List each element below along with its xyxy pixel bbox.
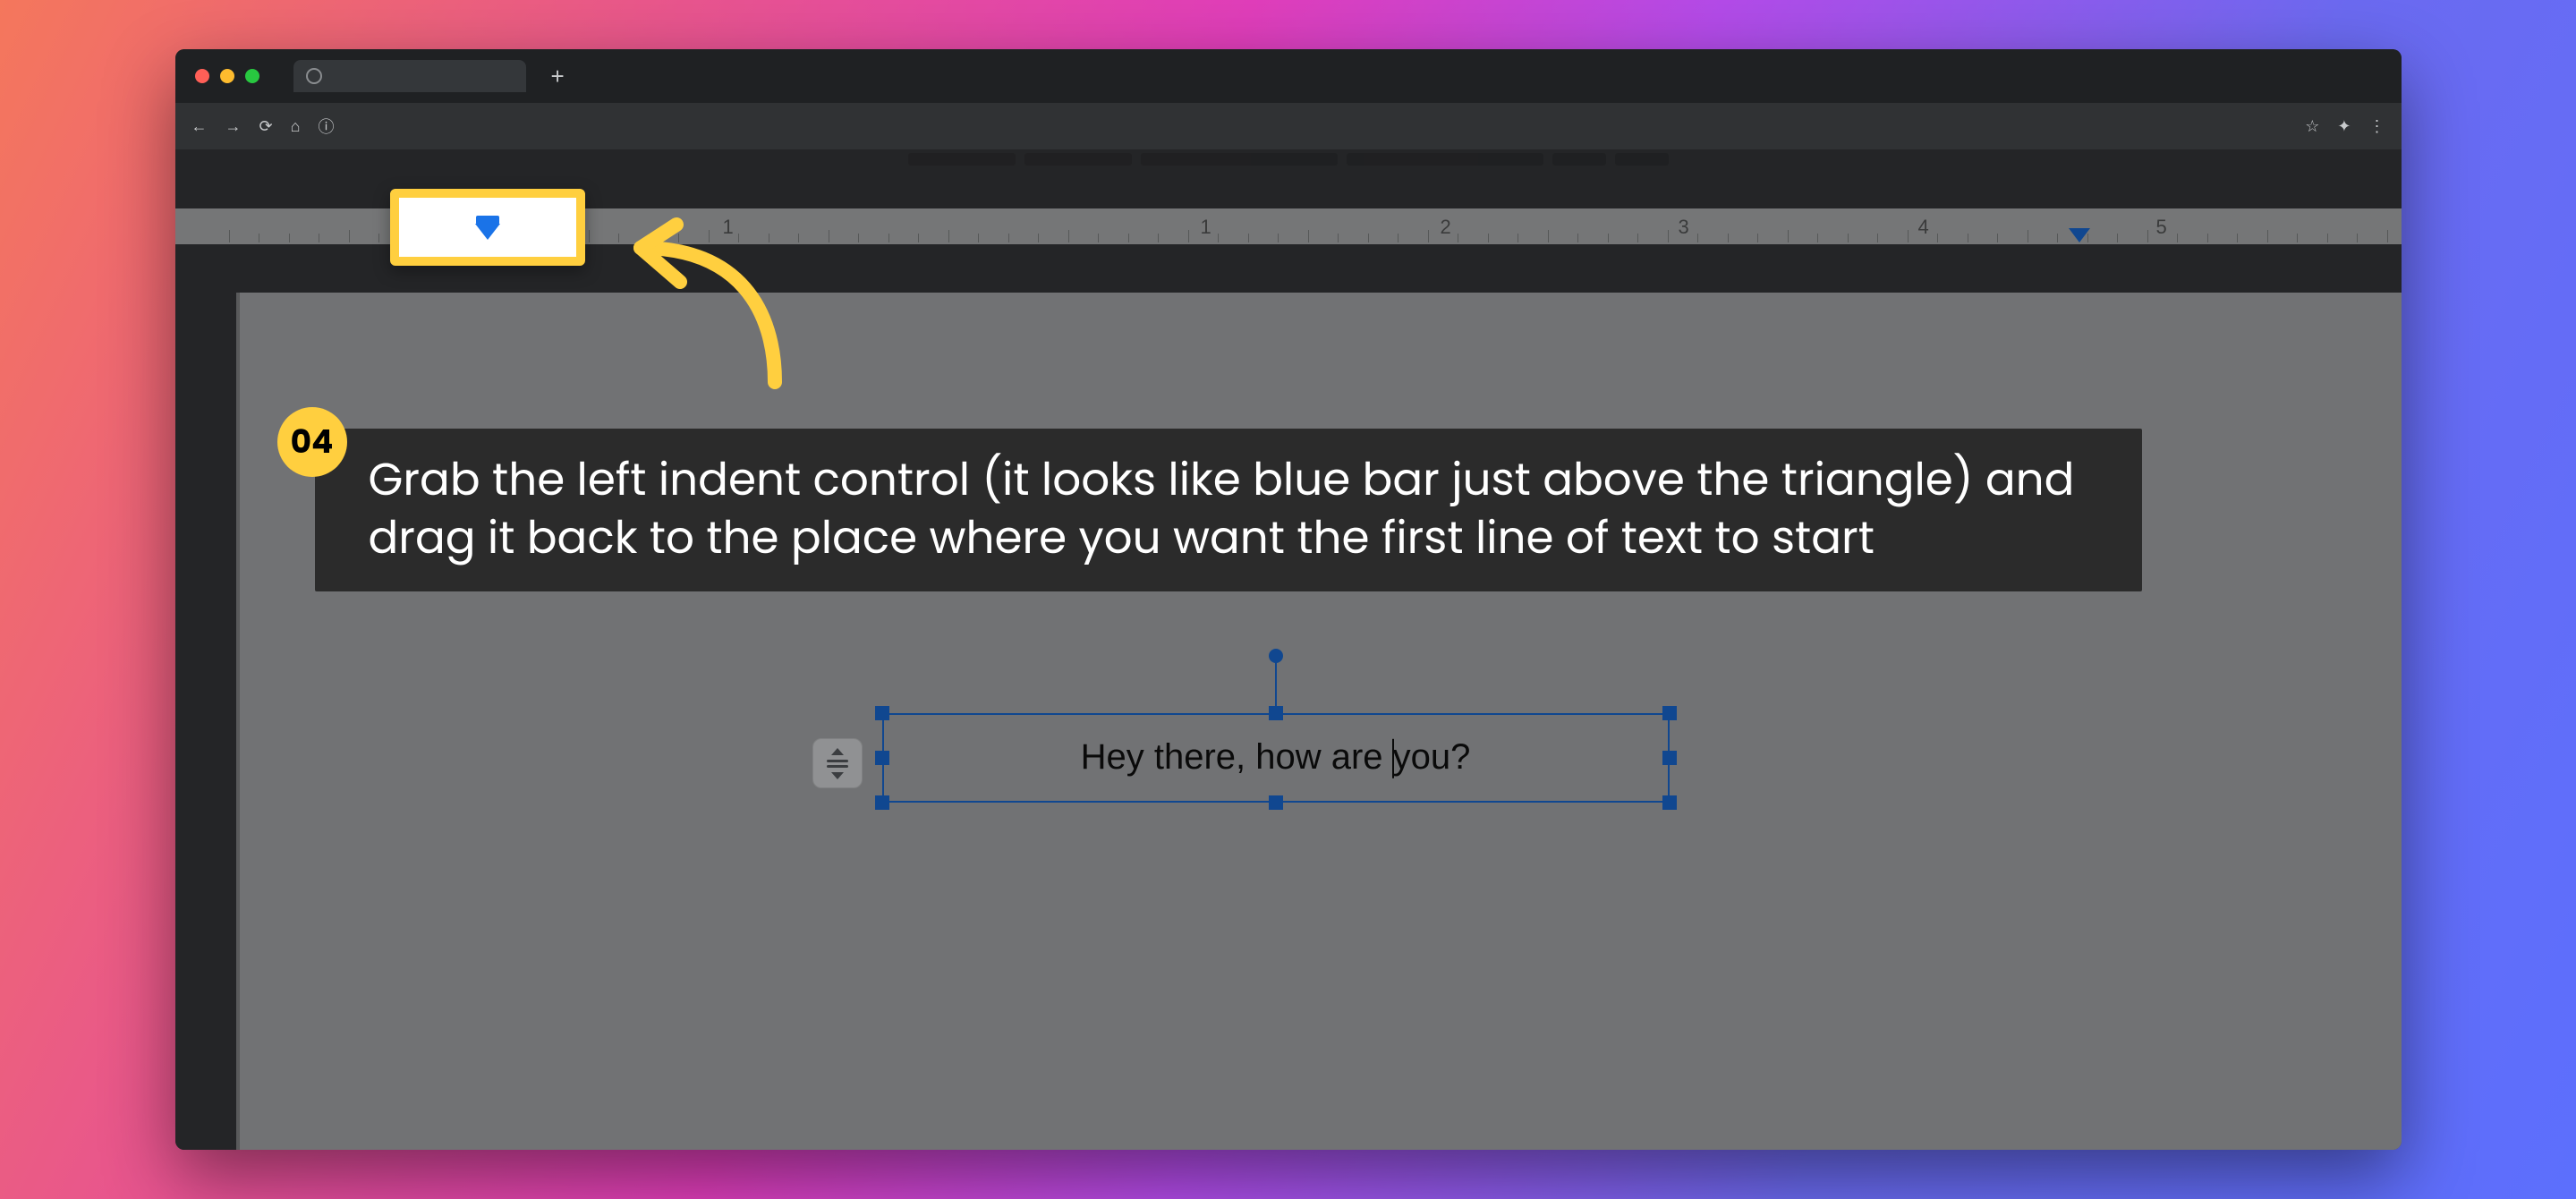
left-indent-triangle-icon[interactable]	[475, 224, 500, 240]
forward-button[interactable]: →	[225, 117, 242, 136]
reload-button[interactable]: ⟳	[259, 117, 273, 136]
back-button[interactable]: ←	[191, 117, 208, 136]
home-button[interactable]: ⌂	[291, 117, 301, 136]
instruction-text: Grab the left indent control (it looks l…	[369, 447, 2075, 569]
site-info-icon[interactable]: ⓘ	[318, 115, 334, 138]
page-viewport: 2112345 Hey there, how are you?	[175, 149, 2402, 1150]
tab-strip: +	[175, 49, 2402, 103]
indent-control-highlight	[390, 189, 585, 266]
window-controls	[195, 69, 259, 83]
browser-tab[interactable]	[293, 60, 526, 92]
annotation-arrow	[605, 212, 837, 413]
dim-overlay	[175, 149, 2402, 1150]
bookmark-icon[interactable]: ☆	[2305, 117, 2319, 136]
minimize-window-button[interactable]	[220, 69, 234, 83]
instruction-step: 04 Grab the left indent control (it look…	[315, 429, 2142, 591]
maximize-window-button[interactable]	[245, 69, 259, 83]
new-tab-button[interactable]: +	[551, 64, 565, 88]
left-indent-control[interactable]	[475, 216, 500, 240]
step-number-badge: 04	[277, 407, 347, 477]
address-bar: ← → ⟳ ⌂ ⓘ ☆ ✦ ⋮	[175, 103, 2402, 149]
browser-menu-icon[interactable]: ⋮	[2369, 117, 2385, 136]
tab-favicon	[306, 68, 322, 84]
browser-window: + ← → ⟳ ⌂ ⓘ ☆ ✦ ⋮ 2112345	[175, 49, 2402, 1150]
close-window-button[interactable]	[195, 69, 209, 83]
extensions-icon[interactable]: ✦	[2337, 117, 2351, 136]
